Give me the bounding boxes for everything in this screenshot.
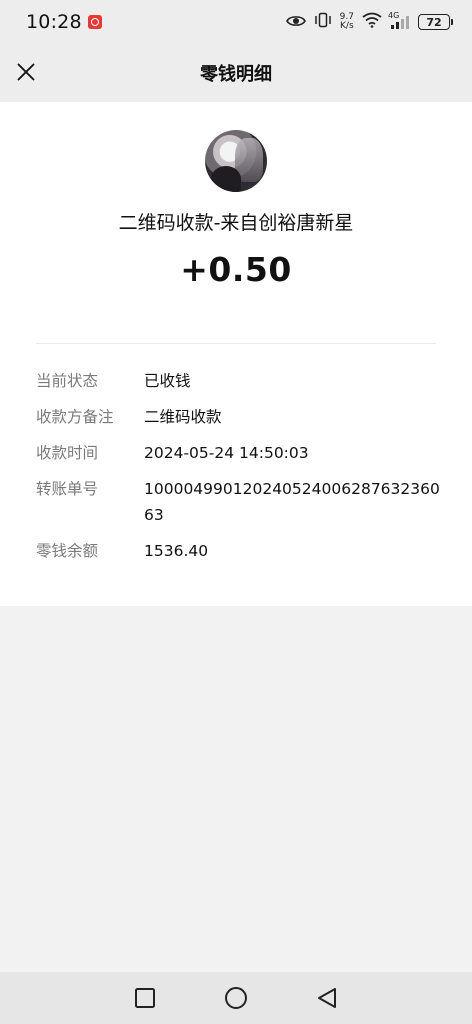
divider bbox=[36, 343, 436, 344]
detail-row-remark: 收款方备注 二维码收款 bbox=[36, 404, 446, 430]
transaction-amount: +0.50 bbox=[180, 250, 292, 289]
transaction-card: 二维码收款-来自创裕唐新星 +0.50 当前状态 已收钱 收款方备注 二维码收款… bbox=[0, 102, 472, 606]
wifi-icon bbox=[362, 12, 382, 32]
detail-value: 二维码收款 bbox=[144, 408, 222, 426]
status-bar: 10:28 9.7 K/s 4G 72 bbox=[0, 0, 472, 44]
detail-row-time: 收款时间 2024-05-24 14:50:03 bbox=[36, 440, 446, 466]
home-button[interactable] bbox=[222, 984, 250, 1012]
system-nav-bar bbox=[0, 972, 472, 1024]
close-icon bbox=[17, 63, 35, 81]
eye-icon bbox=[285, 13, 306, 32]
triangle-back-icon bbox=[317, 988, 336, 1008]
detail-value: 已收钱 bbox=[144, 372, 191, 390]
detail-value: 1536.40 bbox=[144, 542, 209, 560]
payer-avatar bbox=[205, 130, 267, 192]
detail-label: 收款方备注 bbox=[36, 408, 114, 426]
detail-label: 零钱余额 bbox=[36, 542, 99, 560]
close-button[interactable] bbox=[12, 58, 40, 86]
detail-label: 当前状态 bbox=[36, 372, 99, 390]
network-type-label: 4G bbox=[388, 11, 400, 20]
detail-value: 2024-05-24 14:50:03 bbox=[144, 444, 309, 462]
detail-label: 转账单号 bbox=[36, 480, 99, 498]
battery-indicator: 72 bbox=[418, 14, 453, 30]
detail-row-status: 当前状态 已收钱 bbox=[36, 368, 446, 394]
network-speed: 9.7 K/s bbox=[340, 13, 354, 31]
circle-icon bbox=[224, 987, 247, 1009]
status-left: 10:28 bbox=[26, 11, 102, 33]
vibrate-icon bbox=[314, 12, 332, 32]
notification-app-icon bbox=[87, 15, 102, 29]
signal-icon: 4G bbox=[388, 11, 410, 30]
back-button[interactable] bbox=[313, 984, 341, 1012]
detail-value[interactable]: 100004990120240524006287632360 63 bbox=[144, 476, 446, 528]
payer-description: 二维码收款-来自创裕唐新星 bbox=[118, 212, 354, 234]
nav-bar: 零钱明细 bbox=[0, 44, 472, 102]
status-time: 10:28 bbox=[26, 11, 82, 33]
speed-unit: K/s bbox=[340, 21, 354, 31]
status-right: 9.7 K/s 4G 72 bbox=[285, 11, 453, 32]
detail-label: 收款时间 bbox=[36, 444, 99, 462]
detail-row-balance: 零钱余额 1536.40 bbox=[36, 538, 446, 564]
square-icon bbox=[135, 988, 156, 1008]
detail-row-transfer-id: 转账单号 100004990120240524006287632360 63 bbox=[36, 476, 446, 528]
page-title: 零钱明细 bbox=[200, 64, 272, 85]
recent-apps-button[interactable] bbox=[131, 984, 159, 1012]
